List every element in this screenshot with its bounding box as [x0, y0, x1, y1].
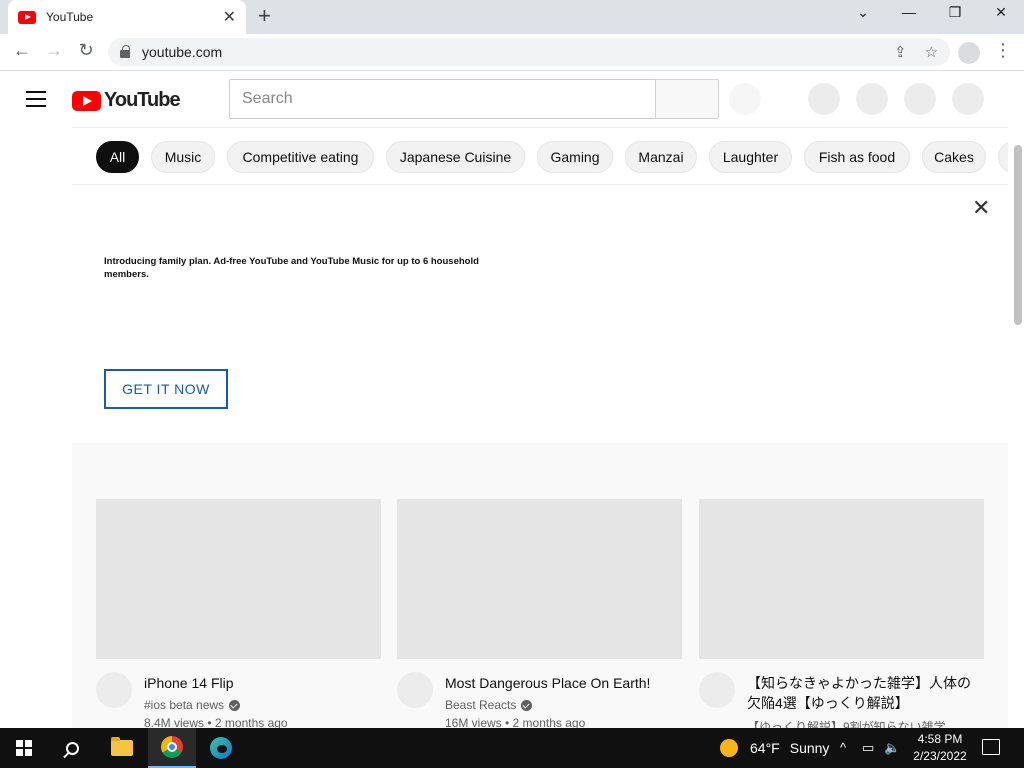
share-icon[interactable]: ⇪ — [894, 43, 907, 61]
sun-icon — [720, 739, 738, 757]
start-button[interactable] — [0, 728, 48, 768]
video-grid: iPhone 14 Flip #ios beta news 8.4M views… — [72, 443, 1008, 728]
banner-text: Introducing family plan. Ad-free YouTube… — [104, 256, 479, 280]
channel-name-text[interactable]: 【ゆっくり解説】9割が知らない雑学 — [747, 718, 946, 728]
chevron-up-icon[interactable]: ^ — [840, 740, 846, 755]
notifications-button[interactable] — [904, 83, 936, 115]
reload-icon[interactable]: ↻ — [74, 40, 98, 61]
restore-button[interactable]: ❐ — [940, 4, 970, 21]
volume-icon[interactable]: 🔈 — [884, 740, 900, 756]
channel-avatar[interactable] — [699, 672, 735, 708]
chrome-icon — [161, 736, 183, 758]
bookmark-star-icon[interactable]: ☆ — [925, 43, 938, 61]
weather-condition: Sunny — [789, 740, 830, 756]
video-meta: 16M views • 2 months ago — [445, 716, 586, 728]
channel-name[interactable]: Beast Reacts — [445, 698, 533, 712]
chip-japanese-cuisine[interactable]: Japanese Cuisine — [386, 141, 525, 173]
tab-title: YouTube — [46, 10, 94, 24]
browser-menu-icon[interactable]: ⋮ — [994, 40, 1012, 61]
lock-icon[interactable] — [120, 45, 130, 58]
address-bar[interactable]: youtube.com ⇪ ☆ — [108, 38, 950, 66]
video-thumbnail[interactable] — [397, 499, 682, 659]
video-card[interactable]: iPhone 14 Flip #ios beta news 8.4M views… — [96, 499, 381, 728]
account-avatar[interactable] — [952, 83, 984, 115]
chip-cakes[interactable]: Cakes — [922, 141, 986, 173]
profile-avatar-icon[interactable] — [958, 42, 980, 64]
browser-tab[interactable]: YouTube ✕ — [8, 0, 246, 34]
taskbar-search-button[interactable] — [48, 728, 96, 768]
youtube-logo-text: YouTube — [104, 89, 181, 111]
chip-music[interactable]: Music — [151, 141, 215, 173]
windows-logo-icon — [16, 740, 32, 756]
tab-search-dropdown-icon[interactable]: ⌄ — [848, 4, 878, 21]
verified-check-icon — [229, 699, 241, 711]
back-arrow-icon[interactable]: ← — [10, 40, 34, 61]
chip-bar: All Music Competitive eating Japanese Cu… — [72, 127, 1008, 185]
search-button[interactable] — [655, 79, 719, 119]
chip-competitive-eating[interactable]: Competitive eating — [227, 141, 374, 173]
channel-name[interactable]: #ios beta news — [144, 698, 241, 712]
apps-button[interactable] — [856, 83, 888, 115]
channel-name[interactable]: 【ゆっくり解説】9割が知らない雑学 — [747, 718, 946, 728]
youtube-favicon-icon — [18, 10, 36, 24]
video-title[interactable]: Most Dangerous Place On Earth! — [445, 673, 675, 693]
temperature: 64°F — [750, 740, 780, 756]
clock[interactable]: 4:58 PM 2/23/2022 — [906, 731, 974, 765]
video-title[interactable]: 【知らなきゃよかった雑学】人体の欠陥4選【ゆっくり解説】 — [747, 673, 977, 713]
clock-time: 4:58 PM — [917, 732, 963, 746]
weather-widget[interactable]: 64°F Sunny — [720, 728, 829, 768]
banner-close-icon[interactable]: ✕ — [972, 195, 990, 221]
chip-gaming[interactable]: Gaming — [537, 141, 613, 173]
create-button[interactable] — [808, 83, 840, 115]
forward-arrow-icon[interactable]: → — [42, 40, 66, 61]
video-card[interactable]: Most Dangerous Place On Earth! Beast Rea… — [397, 499, 682, 728]
channel-avatar[interactable] — [397, 672, 433, 708]
voice-search-button[interactable] — [729, 83, 761, 115]
family-plan-banner: ✕ Introducing family plan. Ad-free YouTu… — [72, 185, 1008, 443]
browser-tab-strip: YouTube ✕ + ⌄ — ❐ ✕ — [0, 0, 1024, 34]
video-card[interactable]: 【知らなきゃよかった雑学】人体の欠陥4選【ゆっくり解説】 【ゆっくり解説】9割が… — [699, 499, 984, 728]
chip-manzai[interactable]: Manzai — [625, 141, 697, 173]
channel-avatar[interactable] — [96, 672, 132, 708]
search-input[interactable]: Search — [229, 79, 656, 119]
channel-name-text[interactable]: #ios beta news — [144, 698, 224, 712]
browser-toolbar: ← → ↻ youtube.com ⇪ ☆ ⋮ — [0, 34, 1024, 71]
chip-more[interactable] — [998, 141, 1008, 173]
video-thumbnail[interactable] — [96, 499, 381, 659]
search-icon — [65, 741, 79, 755]
chip-laughter[interactable]: Laughter — [709, 141, 792, 173]
video-meta: 8.4M views • 2 months ago — [144, 716, 288, 728]
verified-check-icon — [521, 699, 533, 711]
video-title[interactable]: iPhone 14 Flip — [144, 673, 374, 693]
new-tab-button[interactable]: + — [258, 5, 271, 27]
video-thumbnail[interactable] — [699, 499, 984, 659]
page-scrollbar[interactable] — [1014, 145, 1022, 325]
windows-taskbar: 64°F Sunny ^ ▭ 🔈 4:58 PM 2/23/2022 — [0, 728, 1024, 768]
channel-name-text[interactable]: Beast Reacts — [445, 698, 516, 712]
clock-date: 2/23/2022 — [913, 749, 967, 763]
network-icon[interactable]: ▭ — [862, 740, 874, 756]
chip-fish-as-food[interactable]: Fish as food — [804, 141, 910, 173]
chip-all[interactable]: All — [96, 141, 139, 173]
close-window-button[interactable]: ✕ — [986, 4, 1016, 21]
youtube-logo[interactable]: YouTube — [72, 89, 181, 112]
youtube-play-icon — [72, 90, 101, 111]
hamburger-menu-icon[interactable] — [26, 91, 46, 107]
get-it-now-button[interactable]: GET IT NOW — [104, 369, 228, 409]
url-text[interactable]: youtube.com — [142, 44, 876, 60]
chrome-taskbar-button[interactable] — [148, 728, 196, 768]
tab-close-icon[interactable]: ✕ — [223, 7, 236, 27]
file-explorer-button[interactable] — [98, 728, 146, 768]
notification-center-icon[interactable] — [982, 739, 1000, 755]
edge-icon — [210, 737, 232, 759]
folder-icon — [111, 737, 133, 756]
edge-taskbar-button[interactable] — [197, 728, 245, 768]
youtube-page: YouTube Search All Music Competitive eat… — [0, 71, 1024, 728]
minimize-button[interactable]: — — [894, 4, 924, 20]
